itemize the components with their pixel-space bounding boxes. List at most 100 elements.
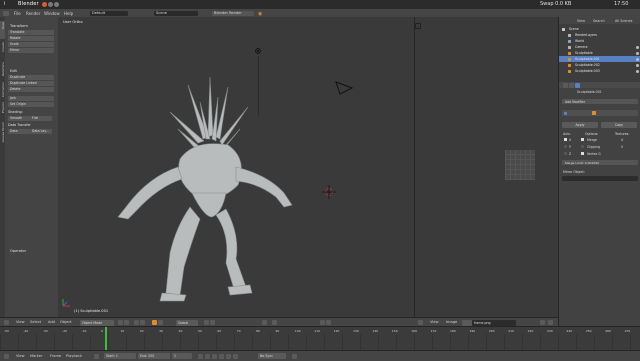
record-icon[interactable] [292, 353, 297, 359]
menu-file[interactable]: File [14, 11, 21, 16]
visibility-eye-icon[interactable] [636, 69, 639, 73]
merge-checkbox[interactable] [581, 138, 584, 141]
orientation-selector[interactable]: Global [176, 319, 198, 326]
launcher-icon[interactable]: i [4, 1, 5, 7]
tray-clock[interactable]: 17:50 [614, 1, 628, 7]
image-settings-icon[interactable] [548, 320, 553, 325]
manipulator-icon[interactable] [134, 320, 139, 325]
pivot-icon[interactable] [124, 320, 129, 325]
menu-help[interactable]: Help [64, 11, 73, 16]
menu-frame[interactable]: Frame [50, 354, 61, 358]
maximize-window-button[interactable] [54, 2, 59, 7]
editor-type-icon[interactable] [4, 353, 9, 359]
mirror-button[interactable]: Mirror [8, 48, 54, 53]
axis-y-checkbox[interactable] [564, 145, 567, 148]
axis-x-checkbox[interactable] [564, 138, 567, 141]
properties-editor[interactable]: Sculptiable.001 Add Modifier Apply Copy … [558, 82, 640, 326]
translate-icon[interactable] [140, 320, 145, 325]
visibility-eye-icon[interactable] [636, 45, 639, 49]
render-tab-icon[interactable] [563, 82, 568, 88]
menu-view[interactable]: View [16, 320, 25, 324]
play-icon[interactable] [219, 353, 224, 359]
rotate-icon[interactable] [152, 320, 157, 325]
next-key-icon[interactable] [226, 353, 231, 359]
minimize-window-button[interactable] [48, 2, 53, 7]
copy-button[interactable]: Copy [601, 122, 637, 128]
menu-add[interactable]: Add [48, 320, 55, 324]
render-animation-icon[interactable] [326, 320, 331, 325]
camera-object-icon[interactable] [334, 79, 354, 97]
outliner-menu-view[interactable]: View [577, 19, 585, 23]
outliner-menu-search[interactable]: Search [593, 19, 605, 23]
3d-cursor-icon[interactable] [322, 185, 336, 199]
layers-icon[interactable] [204, 320, 209, 325]
current-frame-field[interactable]: 1 [172, 353, 192, 359]
visibility-eye-icon[interactable] [636, 63, 639, 67]
merge-limit-field[interactable]: Merge Limit: 0.001000 [562, 160, 638, 165]
menu-object[interactable]: Object [60, 320, 72, 324]
proportional-edit-icon[interactable] [272, 320, 277, 325]
modifier-tab-icon[interactable] [575, 82, 580, 88]
editor-type-icon[interactable] [3, 10, 9, 16]
outliner[interactable]: View Search All Scenes Scene RenderLayer… [558, 17, 640, 82]
layout-selector[interactable]: Default [90, 10, 128, 16]
tray-user[interactable]: Swap 0.0 KB [540, 1, 571, 7]
axis-z-checkbox[interactable] [564, 152, 567, 155]
lamp-icon[interactable] [253, 46, 263, 56]
editor-type-icon[interactable] [418, 320, 423, 325]
outliner-display-mode[interactable]: All Scenes [615, 19, 632, 23]
mode-selector[interactable]: Object Mode [80, 319, 114, 326]
image-editor-area[interactable] [414, 17, 559, 326]
rotate-button[interactable]: Rotate [8, 36, 54, 41]
delete-button[interactable]: Delete [8, 87, 54, 92]
start-frame-field[interactable]: Start: 1 [104, 353, 136, 359]
close-window-button[interactable] [42, 2, 47, 7]
visibility-eye-icon[interactable] [636, 57, 639, 61]
keying-icon[interactable] [94, 353, 99, 359]
sculpt-creature-model[interactable] [108, 67, 298, 302]
jump-start-icon[interactable] [198, 353, 203, 359]
apply-button[interactable]: Apply [562, 122, 598, 128]
menu-view[interactable]: View [16, 354, 25, 358]
vertex-groups-checkbox[interactable] [581, 152, 584, 155]
section-edit-title[interactable]: Edit [10, 69, 17, 73]
join-button[interactable]: Join [8, 96, 54, 101]
operator-panel-title[interactable]: Operator [10, 249, 26, 253]
outliner-row-sculptiable-003[interactable]: Sculptiable.003 [559, 68, 640, 74]
translate-button[interactable]: Translate [8, 30, 54, 35]
menu-render[interactable]: Render [26, 11, 40, 16]
modifier-header[interactable] [562, 110, 638, 116]
section-transform-title[interactable]: Transform [10, 24, 28, 28]
menu-window[interactable]: Window [44, 11, 60, 16]
scale-icon[interactable] [158, 320, 163, 325]
smooth-button[interactable]: Smooth [8, 116, 30, 121]
jump-end-icon[interactable] [233, 353, 238, 359]
flat-button[interactable]: Flat [30, 116, 52, 121]
menu-image[interactable]: Image [446, 320, 457, 324]
end-frame-field[interactable]: End: 250 [138, 353, 170, 359]
data-button[interactable]: Data [8, 129, 30, 134]
area-split-widget[interactable] [415, 23, 421, 29]
image-browse-icon[interactable] [462, 319, 472, 326]
3d-viewport[interactable]: User Ortho (1) Sculptiable.001 [58, 17, 414, 317]
scene-selector[interactable]: Scene [154, 10, 198, 16]
snap-icon[interactable] [262, 320, 267, 325]
data-layers-button[interactable]: Data Lay... [30, 129, 52, 134]
scale-button[interactable]: Scale [8, 42, 54, 47]
image-name-field[interactable]: frame.png [472, 319, 516, 326]
clipping-checkbox[interactable] [581, 145, 584, 148]
current-frame-marker[interactable] [105, 327, 107, 351]
visibility-eye-icon[interactable] [636, 51, 639, 55]
play-reverse-icon[interactable] [212, 353, 217, 359]
shading-mode-icon[interactable] [118, 320, 123, 325]
sync-mode-selector[interactable]: No Sync [258, 353, 286, 359]
render-engine-selector[interactable]: Blender Render [212, 10, 254, 16]
layer-2-icon[interactable] [210, 320, 215, 325]
duplicate-button[interactable]: Duplicate [8, 75, 54, 80]
add-modifier-dropdown[interactable]: Add Modifier [562, 99, 638, 104]
timeline[interactable]: -50 -40 -30 -20 -10 0 10 20 30 40 50 60 70 80 90 100 110… [0, 326, 640, 351]
mirror-object-field[interactable] [562, 176, 638, 181]
menu-select[interactable]: Select [30, 320, 41, 324]
set-origin-button[interactable]: Set Origin [8, 102, 54, 107]
menu-playback[interactable]: Playback [66, 354, 82, 358]
